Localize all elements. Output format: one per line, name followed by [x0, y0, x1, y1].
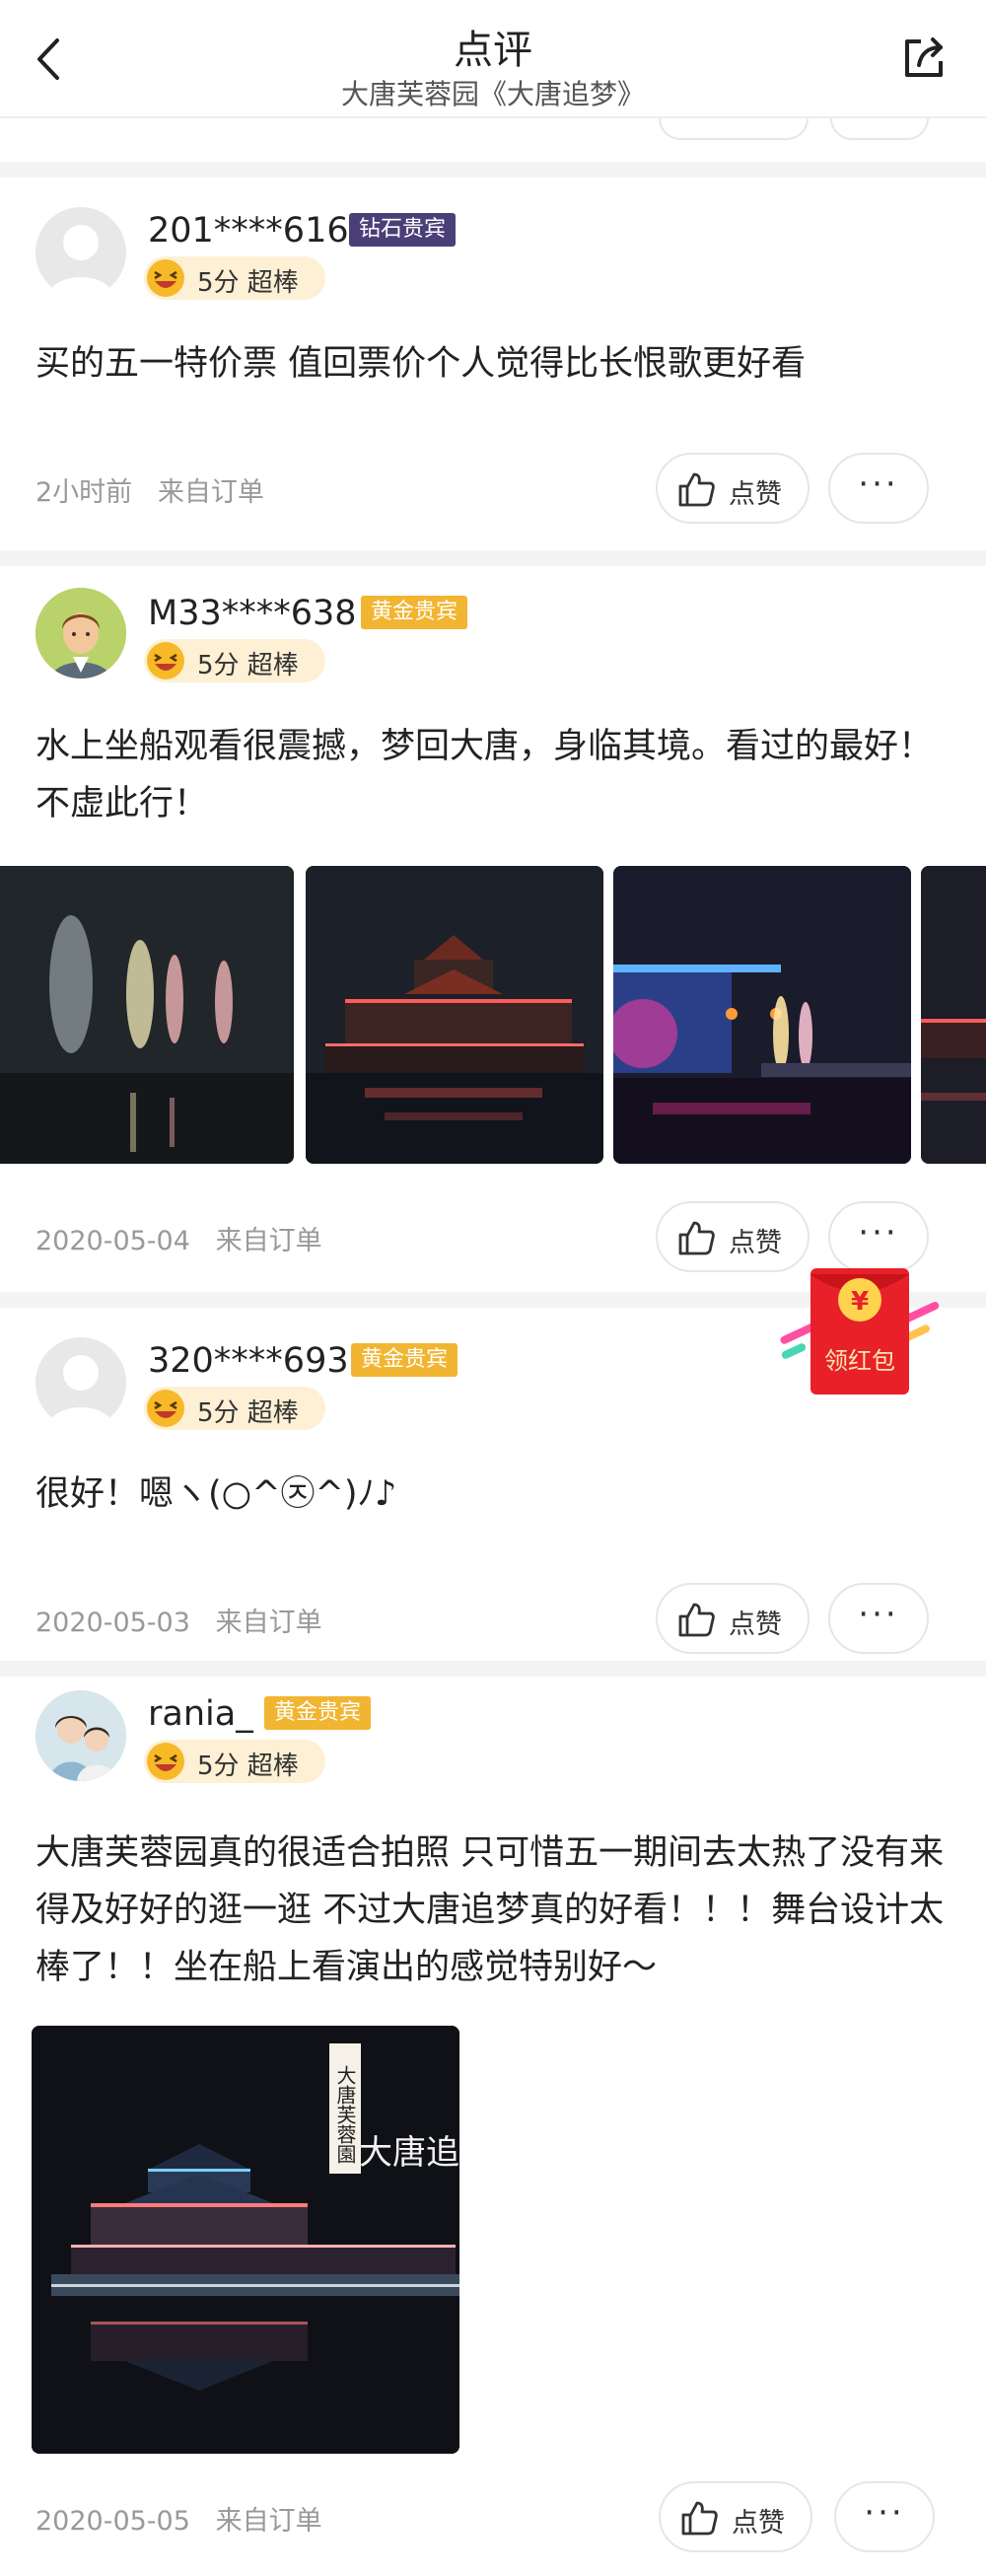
rating-text: 5分 超棒 — [197, 1752, 299, 1781]
more-button[interactable]: ··· — [834, 2481, 935, 2552]
avatar[interactable] — [35, 588, 126, 679]
share-icon — [905, 37, 943, 77]
member-badge: 黄金贵宾 — [351, 1343, 458, 1377]
member-badge: 黄金贵宾 — [264, 1696, 372, 1730]
red-packet-button[interactable]: ¥ 领红包 — [777, 1260, 945, 1408]
divider — [0, 550, 986, 566]
more-button[interactable]: ··· — [828, 1583, 929, 1654]
divider — [0, 162, 986, 178]
review-source: 来自订单 — [215, 2506, 322, 2537]
review-meta: 2020-05-03 来自订单 — [35, 1601, 322, 1639]
review-photo[interactable] — [613, 866, 911, 1164]
review-time: 2小时前 — [35, 477, 133, 508]
page-title: 点评 — [454, 28, 532, 73]
rating-pill: 5分 超棒 — [144, 1740, 325, 1783]
thumbs-up-icon — [678, 1603, 715, 1637]
laugh-emoji-icon — [147, 1743, 184, 1780]
review-photo[interactable] — [921, 866, 986, 1164]
avatar[interactable] — [35, 1337, 126, 1428]
previous-more-button[interactable] — [830, 118, 929, 140]
like-button[interactable]: 点赞 — [656, 1583, 810, 1654]
rating-pill: 5分 超棒 — [144, 1387, 325, 1430]
thumbs-up-icon — [678, 1221, 715, 1255]
review-source: 来自订单 — [215, 1226, 322, 1256]
review-photo[interactable]: 大唐芙蓉園 大唐追 — [32, 2026, 459, 2454]
like-label: 点赞 — [729, 1610, 782, 1640]
rating-text: 5分 超棒 — [197, 651, 299, 680]
more-dots-icon: ··· — [858, 465, 899, 504]
username[interactable]: 320****693 — [148, 1341, 349, 1381]
username[interactable]: 201****616 — [148, 211, 349, 250]
review-meta: 2020-05-04 来自订单 — [35, 1219, 322, 1257]
username[interactable]: rania_ — [148, 1694, 253, 1734]
review-text: 很好！嗯ヽ(○^㉨^)ﾉ♪ — [35, 1474, 397, 1514]
page-subtitle: 大唐芙蓉园《大唐追梦》 — [340, 78, 645, 110]
like-label: 点赞 — [729, 479, 782, 510]
review-text: 买的五一特价票 值回票价个人觉得比长恨歌更好看 — [35, 344, 807, 384]
review-text: 大唐芙蓉园真的很适合拍照 只可惜五一期间去太热了没有来得及好好的逛一逛 不过大唐… — [35, 1833, 945, 1987]
review-meta: 2小时前 来自订单 — [35, 470, 264, 509]
review-text: 水上坐船观看很震撼，梦回大唐，身临其境。看过的最好！不虚此行！ — [35, 727, 934, 823]
review-source: 来自订单 — [215, 1608, 322, 1638]
rating-text: 5分 超棒 — [197, 268, 299, 298]
review-meta: 2020-05-05 来自订单 — [35, 2499, 322, 2538]
review-card: 201****616 钻石贵宾 5分 超棒 买的五一特价票 值回票价个人觉得比长… — [0, 178, 986, 550]
review-time: 2020-05-05 — [35, 2506, 190, 2537]
yuan-icon: ¥ — [851, 1287, 869, 1317]
review-card: M33****638 黄金贵宾 5分 超棒 水上坐船观看很震撼，梦回大唐，身临其… — [0, 566, 986, 1292]
like-button[interactable]: 点赞 — [659, 2481, 812, 2552]
photo-horizontal-text: 大唐追 — [359, 2133, 459, 2173]
previous-like-button[interactable] — [659, 118, 809, 140]
rating-pill: 5分 超棒 — [144, 639, 325, 682]
more-dots-icon: ··· — [864, 2493, 905, 2533]
review-time: 2020-05-03 — [35, 1608, 190, 1638]
username[interactable]: M33****638 — [148, 594, 357, 633]
review-card: rania_ 黄金贵宾 5分 超棒 大唐芙蓉园真的很适合拍照 只可惜五一期间去太… — [0, 1677, 986, 2576]
like-button[interactable]: 点赞 — [656, 453, 810, 524]
member-badge: 钻石贵宾 — [349, 213, 457, 247]
rating-text: 5分 超棒 — [197, 1398, 299, 1428]
rating-pill: 5分 超棒 — [144, 256, 325, 300]
laugh-emoji-icon — [147, 259, 184, 297]
top-bar: 点评 大唐芙蓉园《大唐追梦》 — [0, 0, 986, 118]
red-packet-label: 领红包 — [824, 1347, 895, 1375]
laugh-emoji-icon — [147, 1390, 184, 1427]
like-label: 点赞 — [732, 2508, 785, 2539]
laugh-emoji-icon — [147, 642, 184, 680]
review-photo[interactable] — [0, 866, 294, 1164]
share-button[interactable] — [899, 34, 949, 83]
photo-vertical-text: 大唐芙蓉園 — [333, 2065, 357, 2164]
more-dots-icon: ··· — [858, 1595, 899, 1634]
divider — [0, 1661, 986, 1677]
member-badge: 黄金贵宾 — [361, 596, 468, 629]
thumbs-up-icon — [681, 2501, 718, 2536]
avatar[interactable] — [35, 207, 126, 298]
thumbs-up-icon — [678, 472, 715, 507]
like-label: 点赞 — [729, 1228, 782, 1258]
more-dots-icon: ··· — [858, 1213, 899, 1252]
review-source: 来自订单 — [157, 477, 264, 508]
more-button[interactable]: ··· — [828, 453, 929, 524]
avatar[interactable] — [35, 1690, 126, 1781]
review-time: 2020-05-04 — [35, 1226, 190, 1256]
review-photo[interactable] — [306, 866, 603, 1164]
